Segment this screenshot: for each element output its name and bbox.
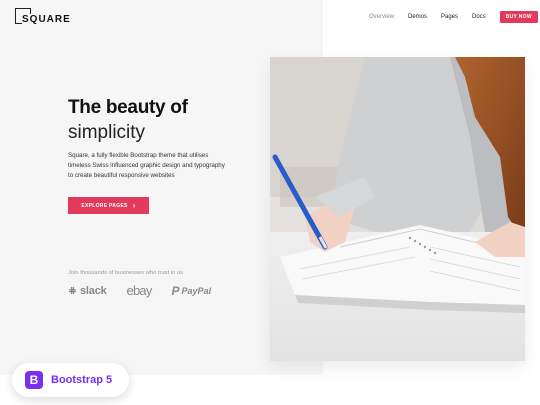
slack-wordmark: slack: [80, 284, 107, 297]
paypal-logo: P PayPal: [172, 284, 212, 298]
explore-pages-button[interactable]: EXPLORE PAGES ›: [68, 197, 149, 214]
nav-item-docs[interactable]: Docs: [472, 14, 486, 20]
nav-item-overview[interactable]: Overview: [369, 14, 394, 20]
bootstrap-badge: B Bootstrap 5: [12, 363, 129, 397]
hero-title: The beauty of: [68, 97, 188, 118]
main-nav: Overview Demos Pages Docs BUY NOW: [369, 11, 538, 23]
paypal-wordmark: PayPal: [181, 285, 212, 296]
bootstrap-label: Bootstrap 5: [51, 374, 113, 386]
paypal-icon: P: [171, 283, 180, 298]
trust-text: Join thousands of businesses who trust i…: [68, 270, 184, 276]
chevron-right-icon: ›: [132, 200, 136, 210]
slack-icon: [68, 286, 77, 295]
logo-text: SQUARE: [22, 14, 73, 25]
nav-item-demos[interactable]: Demos: [408, 14, 427, 20]
ebay-wordmark: ebay: [126, 283, 153, 298]
hero-description: Square, a fully flexible Bootstrap theme…: [68, 152, 225, 179]
brand-logos: slack ebay P PayPal: [68, 283, 231, 298]
bootstrap-icon: B: [25, 371, 43, 389]
writing-notebook-image: [270, 57, 525, 361]
buy-now-button[interactable]: BUY NOW: [499, 11, 538, 23]
explore-pages-label: EXPLORE PAGES: [81, 202, 128, 209]
hero-subtitle: simplicity: [68, 122, 146, 143]
slack-logo: slack: [68, 285, 107, 297]
ebay-logo: ebay: [126, 283, 153, 298]
nav-item-pages[interactable]: Pages: [441, 14, 458, 20]
hero-photo: [270, 57, 525, 361]
